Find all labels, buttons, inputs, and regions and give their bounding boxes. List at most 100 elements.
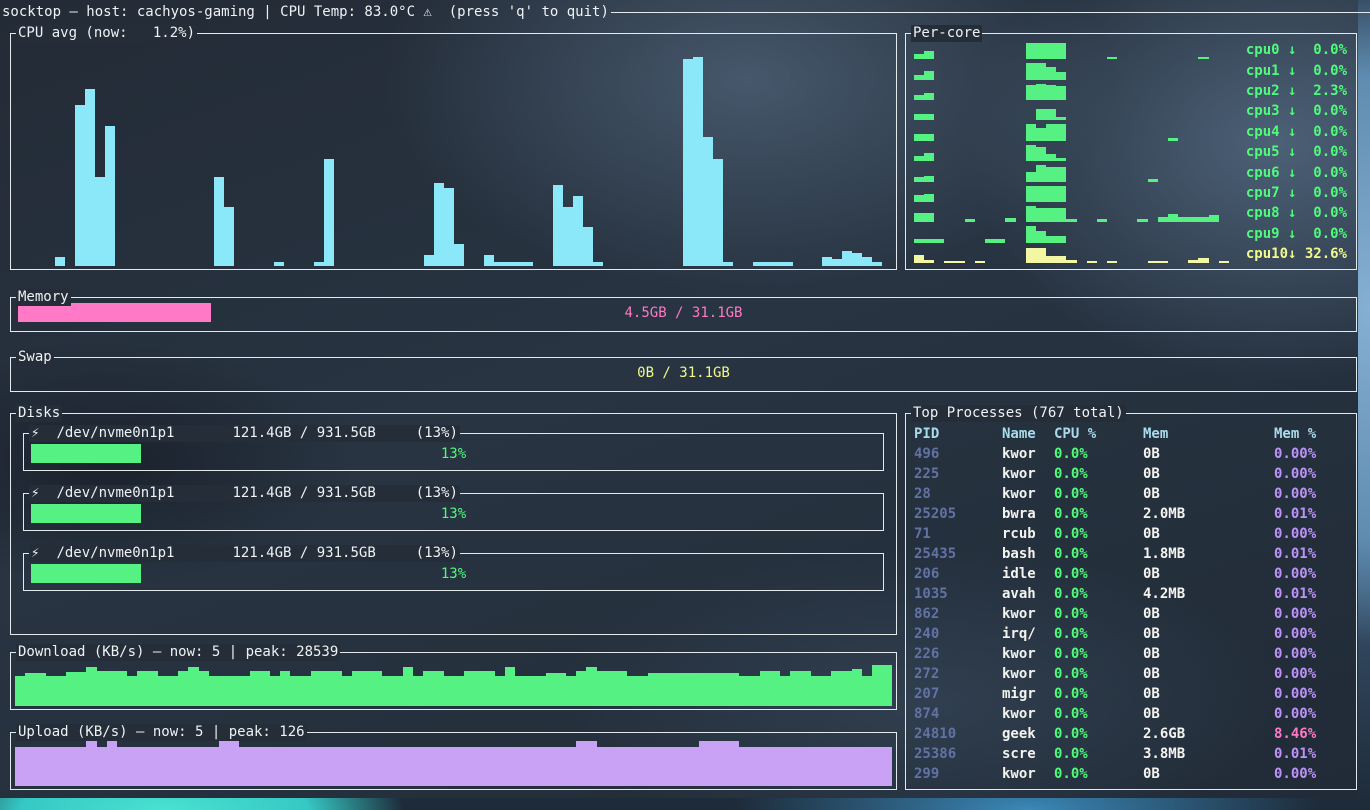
core-name: cpu6 [1246, 165, 1288, 181]
lightning-icon: ⚡ [31, 425, 39, 442]
process-mem: 0B [1143, 526, 1274, 542]
col-header-cpu: CPU % [1054, 426, 1143, 442]
process-cpu-percent: 0.0% [1054, 566, 1143, 582]
process-row: 496 kwor 0.0% 0B 0.00% [906, 444, 1356, 464]
process-mem-percent: 0.01% [1274, 746, 1356, 762]
disk-usage: 121.4GB / 931.5GB [232, 545, 375, 562]
upload-panel-title: Upload (KB/s) — now: 5 | peak: 126 [16, 724, 307, 741]
core-label: cpu5 ↓ 0.0% [1246, 144, 1347, 160]
disk-gauge-label: 13% [31, 506, 876, 522]
disks-panel: Disks ⚡ /dev/nvme0n1p1 121.4GB / 931.5GB… [10, 413, 897, 635]
process-pid: 272 [914, 666, 1002, 682]
process-cpu-percent: 0.0% [1054, 766, 1143, 782]
disk-list: ⚡ /dev/nvme0n1p1 121.4GB / 931.5GB (13%)… [11, 414, 896, 634]
process-name: rcub [1002, 526, 1054, 542]
process-mem-percent: 0.00% [1274, 606, 1356, 622]
swap-gauge: 0B / 31.1GB [18, 363, 1349, 382]
core-sparkline [914, 124, 1229, 140]
core-usage-value: 32.6% [1296, 246, 1347, 262]
memory-gauge: 4.5GB / 31.1GB [18, 303, 1349, 322]
core-usage-value: 0.0% [1296, 103, 1347, 119]
process-mem: 0B [1143, 566, 1274, 582]
process-cpu-percent: 0.0% [1054, 666, 1143, 682]
core-label: cpu3 ↓ 0.0% [1246, 103, 1347, 119]
core-label: cpu6 ↓ 0.0% [1246, 165, 1347, 181]
process-pid: 206 [914, 566, 1002, 582]
core-label: cpu0 ↓ 0.0% [1246, 42, 1347, 58]
cpu-avg-panel: CPU avg (now: 1.2%) [10, 33, 897, 270]
swap-usage-label: 0B / 31.1GB [18, 365, 1349, 381]
processes-panel: Top Processes (767 total) PID Name CPU %… [905, 413, 1357, 790]
process-name: avah [1002, 586, 1054, 602]
core-sparkline [914, 186, 1229, 202]
process-pid: 1035 [914, 586, 1002, 602]
core-row: cpu10 ↓ 32.6% [906, 244, 1356, 264]
process-mem: 4.2MB [1143, 586, 1274, 602]
core-name: cpu7 [1246, 185, 1288, 201]
process-row: 207 migr 0.0% 0B 0.00% [906, 684, 1356, 704]
title-border-line [611, 12, 1370, 13]
process-mem-percent: 0.00% [1274, 766, 1356, 782]
memory-panel: Memory 4.5GB / 31.1GB [10, 297, 1357, 332]
process-mem-percent: 0.00% [1274, 626, 1356, 642]
process-mem: 0B [1143, 446, 1274, 462]
down-arrow-icon: ↓ [1288, 42, 1296, 58]
process-name: bwra [1002, 506, 1054, 522]
disk-gauge: 13% [31, 444, 876, 463]
process-mem-percent: 0.00% [1274, 566, 1356, 582]
col-header-mem-pct: Mem % [1274, 426, 1356, 442]
process-mem: 0B [1143, 686, 1274, 702]
disk-entry-title: ⚡ /dev/nvme0n1p1 121.4GB / 931.5GB (13%) [29, 545, 460, 562]
process-mem-percent: 0.00% [1274, 466, 1356, 482]
core-sparkline [914, 63, 1229, 79]
download-chart [15, 665, 892, 706]
process-cpu-percent: 0.0% [1054, 526, 1143, 542]
core-row: cpu2 ↓ 2.3% [906, 81, 1356, 101]
process-name: scre [1002, 746, 1054, 762]
process-table: PID Name CPU % Mem Mem % 496 kwor 0.0% 0… [906, 414, 1356, 789]
process-row: 25386 scre 0.0% 3.8MB 0.01% [906, 744, 1356, 764]
col-header-mem: Mem [1143, 426, 1274, 442]
process-cpu-percent: 0.0% [1054, 706, 1143, 722]
process-mem-percent: 0.00% [1274, 706, 1356, 722]
processes-panel-title: Top Processes (767 total) [911, 405, 1126, 422]
terminal-window: socktop — host: cachyos-gaming | CPU Tem… [0, 0, 1358, 798]
core-row: cpu6 ↓ 0.0% [906, 162, 1356, 182]
process-cpu-percent: 0.0% [1054, 626, 1143, 642]
process-mem: 0B [1143, 606, 1274, 622]
process-mem-percent: 0.00% [1274, 446, 1356, 462]
process-mem-percent: 0.00% [1274, 486, 1356, 502]
process-name: kwor [1002, 666, 1054, 682]
disks-panel-title: Disks [16, 405, 62, 422]
process-cpu-percent: 0.0% [1054, 506, 1143, 522]
process-pid: 71 [914, 526, 1002, 542]
core-usage-value: 0.0% [1296, 165, 1347, 181]
swap-panel-title: Swap [16, 349, 54, 366]
download-panel: Download (KB/s) — now: 5 | peak: 28539 [10, 652, 897, 710]
process-pid: 496 [914, 446, 1002, 462]
disk-percent: (13%) [416, 485, 458, 502]
core-label: cpu2 ↓ 2.3% [1246, 83, 1347, 99]
core-usage-value: 0.0% [1296, 205, 1347, 221]
process-pid: 225 [914, 466, 1002, 482]
process-name: kwor [1002, 486, 1054, 502]
process-mem: 2.6GB [1143, 726, 1274, 742]
process-mem: 0B [1143, 486, 1274, 502]
down-arrow-icon: ↓ [1288, 144, 1296, 160]
lightning-icon: ⚡ [31, 545, 39, 562]
process-pid: 28 [914, 486, 1002, 502]
disk-entry-title: ⚡ /dev/nvme0n1p1 121.4GB / 931.5GB (13%) [29, 485, 460, 502]
percore-rows: cpu0 ↓ 0.0% cpu1 ↓ 0.0% cpu2 ↓ [906, 40, 1356, 264]
core-row: cpu9 ↓ 0.0% [906, 223, 1356, 243]
process-mem: 1.8MB [1143, 546, 1274, 562]
process-row: 874 kwor 0.0% 0B 0.00% [906, 704, 1356, 724]
process-mem-percent: 0.00% [1274, 686, 1356, 702]
core-label: cpu10 ↓ 32.6% [1246, 246, 1347, 262]
process-mem-percent: 8.46% [1274, 726, 1356, 742]
percore-panel-title: Per-core [911, 25, 982, 42]
core-row: cpu8 ↓ 0.0% [906, 203, 1356, 223]
swap-panel: Swap 0B / 31.1GB [10, 357, 1357, 392]
cpu-avg-panel-title: CPU avg (now: 1.2%) [16, 25, 197, 42]
process-name: bash [1002, 546, 1054, 562]
process-name: migr [1002, 686, 1054, 702]
